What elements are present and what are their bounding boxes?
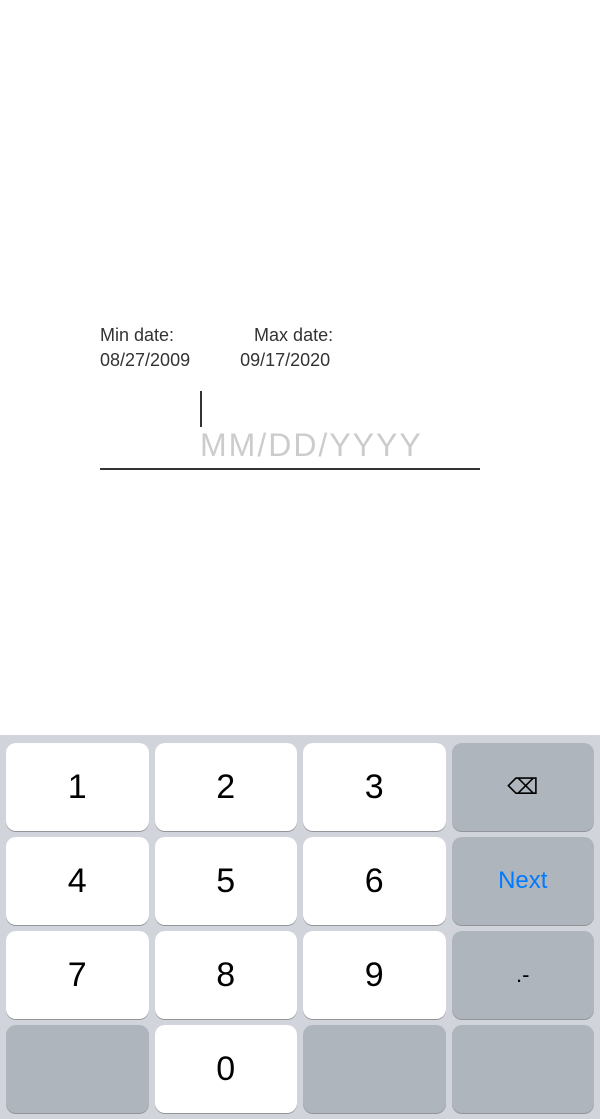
keyboard-row-1: 1 2 3 ⌫ bbox=[6, 743, 594, 831]
max-date-label: Max date: bbox=[254, 325, 333, 346]
special-key[interactable]: .- bbox=[452, 931, 595, 1019]
keyboard-row-3: 7 8 9 .- bbox=[6, 931, 594, 1019]
key-1[interactable]: 1 bbox=[6, 743, 149, 831]
date-placeholder: MM/DD/YYYY bbox=[200, 427, 423, 463]
backspace-button[interactable]: ⌫ bbox=[452, 743, 595, 831]
key-empty-left bbox=[6, 1025, 149, 1113]
top-area: Min date: Max date: 08/27/2009 09/17/202… bbox=[0, 0, 600, 490]
min-date-label: Min date: bbox=[100, 325, 174, 346]
key-6[interactable]: 6 bbox=[303, 837, 446, 925]
keyboard-area: 1 2 3 ⌫ 4 5 6 Next 7 8 9 .- 0 bbox=[0, 735, 600, 1119]
date-values: 08/27/2009 09/17/2020 bbox=[100, 350, 500, 371]
key-8[interactable]: 8 bbox=[155, 931, 298, 1019]
key-2[interactable]: 2 bbox=[155, 743, 298, 831]
min-date-value: 08/27/2009 bbox=[100, 350, 190, 371]
key-4[interactable]: 4 bbox=[6, 837, 149, 925]
date-info: Min date: Max date: 08/27/2009 09/17/202… bbox=[0, 325, 600, 383]
key-7[interactable]: 7 bbox=[6, 931, 149, 1019]
next-button[interactable]: Next bbox=[452, 837, 595, 925]
keyboard-row-2: 4 5 6 Next bbox=[6, 837, 594, 925]
key-0[interactable]: 0 bbox=[155, 1025, 298, 1113]
key-9[interactable]: 9 bbox=[303, 931, 446, 1019]
key-empty-right bbox=[303, 1025, 446, 1113]
date-input-container[interactable]: MM/DD/YYYY bbox=[100, 391, 480, 470]
date-labels: Min date: Max date: bbox=[100, 325, 500, 346]
backspace-icon: ⌫ bbox=[507, 774, 538, 800]
key-empty-far-right bbox=[452, 1025, 595, 1113]
text-cursor bbox=[200, 391, 202, 427]
keyboard-row-4: 0 bbox=[6, 1025, 594, 1113]
key-3[interactable]: 3 bbox=[303, 743, 446, 831]
max-date-value: 09/17/2020 bbox=[240, 350, 330, 371]
key-5[interactable]: 5 bbox=[155, 837, 298, 925]
